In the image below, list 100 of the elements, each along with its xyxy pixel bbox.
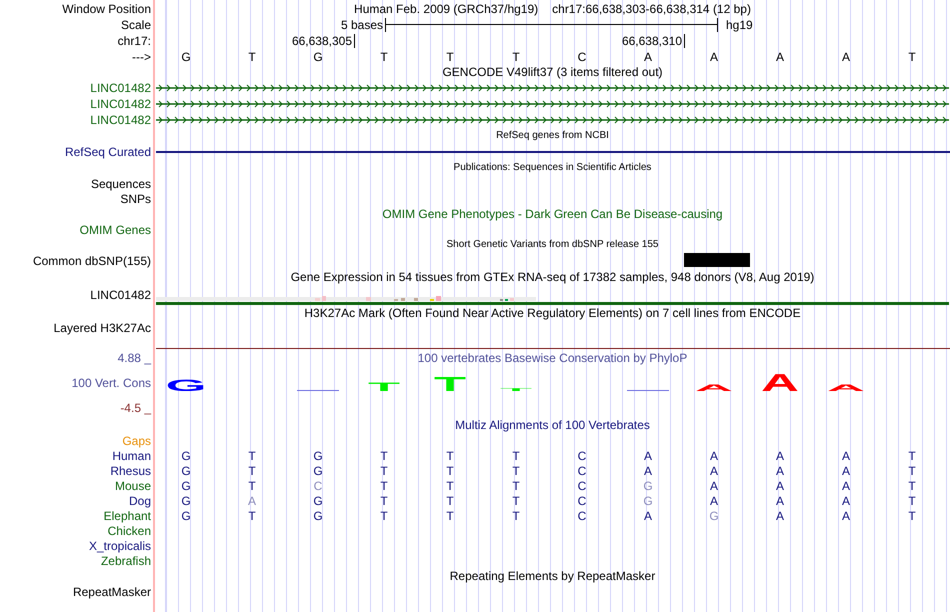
aligned-base: G [181,450,191,462]
aligned-base: G [313,450,323,462]
aligned-base: T [512,480,520,492]
track-label: OMIM Genes [80,224,151,236]
track-label: Window Position [62,2,151,14]
aligned-base: T [512,450,520,462]
base-letter: T [380,50,388,62]
logo-letter: G [165,379,207,391]
aligned-base: A [842,464,850,476]
track-title: Short Genetic Variants from dbSNP release 155 [446,240,658,250]
aligned-base: A [776,480,784,492]
aligned-base: T [908,480,916,492]
track-title: H3K27Ac Mark (Often Found Near Active Regulatory Elements) on 7 cell lines from ENCODE [304,307,801,319]
track-label: Gaps [122,434,151,446]
aligned-base: T [908,464,916,476]
track-title: Publications: Sequences in Scientific Articles [454,163,652,173]
tick-mark [684,34,685,48]
snp-block [684,253,750,267]
aligned-base: A [710,450,718,462]
base-letter: A [710,50,718,62]
base-letter: T [248,50,256,62]
aligned-base: T [908,510,916,522]
track-label: Chicken [108,524,151,536]
aligned-base: G [181,480,191,492]
aligned-base: T [380,480,388,492]
aligned-base: T [512,464,520,476]
aligned-base: G [643,480,653,492]
track-label: LINC01482 [90,114,151,126]
track-label: X_tropicalis [88,540,151,552]
track-label: LINC01482 [90,82,151,94]
aligned-base: A [644,510,652,522]
track-title: Multiz Alignments of 100 Vertebrates [455,419,650,431]
aligned-base: T [380,464,388,476]
aligned-base: T [446,510,454,522]
aligned-base: T [908,494,916,506]
aligned-base: G [181,510,191,522]
aligned-base: A [710,464,718,476]
aligned-base: A [776,450,784,462]
coordinate-label: 66,638,305 [292,35,353,47]
aligned-base: T [248,450,256,462]
track-label: Layered H3K27Ac [54,322,151,334]
track-label: 4.88 _ [118,352,151,364]
base-letter: C [578,50,586,62]
track-label: LINC01482 [90,289,151,301]
scale-text: 5 bases [340,19,383,31]
aligned-base: A [842,480,850,492]
track-title: 100 vertebrates Basewise Conservation by PhyloP [418,352,688,364]
track-label: chr17: [118,35,151,47]
base-letter: T [446,50,454,62]
track-label: Sequences [90,178,151,190]
base-letter: T [908,50,916,62]
aligned-base: T [446,464,454,476]
aligned-base: G [709,510,719,522]
assembly-title: Human Feb. 2009 (GRCh37/hg19) [354,2,538,14]
aligned-base: A [842,510,850,522]
base-letter: G [313,50,323,62]
track-label: 100 Vert. Cons [72,377,151,389]
base-letter: A [644,50,652,62]
aligned-base: C [578,450,586,462]
aligned-base: T [380,450,388,462]
aligned-base: C [578,480,586,492]
aligned-base: T [248,480,256,492]
aligned-base: T [248,510,256,522]
track-title: RefSeq genes from NCBI [496,131,609,141]
aligned-base: C [314,480,322,492]
aligned-base: T [446,480,454,492]
track-title: OMIM Gene Phenotypes - Dark Green Can Be Disease-causing [382,208,723,220]
base-letter: A [842,50,850,62]
track-label: Dog [128,494,151,506]
track-label: ---> [132,50,151,62]
aligned-base: A [842,494,850,506]
track-label: Scale [120,19,151,31]
aligned-base: A [248,494,256,506]
coordinate-label: 66,638,310 [622,35,683,47]
aligned-base: A [776,464,784,476]
aligned-base: A [842,450,850,462]
aligned-base: T [248,464,256,476]
track-label: Elephant [104,510,151,522]
track-label: SNPs [120,192,151,204]
assembly-name: hg19 [726,19,753,31]
aligned-base: G [181,494,191,506]
aligned-base: C [578,494,586,506]
track-label: Mouse [114,480,151,492]
track-label: Common dbSNP(155) [32,255,151,267]
aligned-base: A [644,464,652,476]
aligned-base: T [446,494,454,506]
aligned-base: T [380,494,388,506]
track-label: LINC01482 [90,98,151,110]
logo-letter: T [429,376,471,391]
aligned-base: G [181,464,191,476]
aligned-base: A [776,494,784,506]
aligned-base: G [313,510,323,522]
track-label: -4.5 _ [120,402,151,414]
aligned-base: T [380,510,388,522]
base-letter: G [181,50,191,62]
logo-letter: A [759,373,801,391]
logo-letter: A [693,384,735,391]
aligned-base: A [710,494,718,506]
aligned-base: A [776,510,784,522]
track-label: Human [112,450,151,462]
